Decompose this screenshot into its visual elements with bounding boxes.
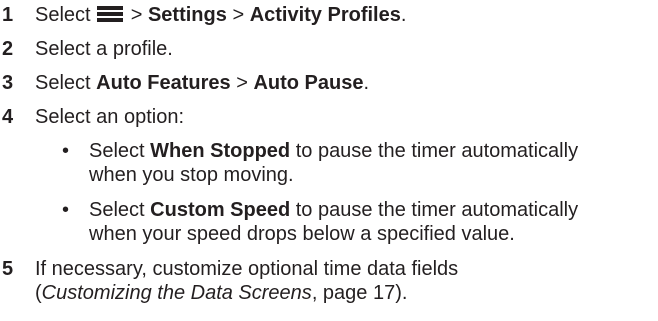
step-text: If necessary, customize optional time da… — [35, 258, 459, 280]
separator: > — [236, 72, 248, 94]
step-number: 1 — [2, 4, 14, 26]
step-word: Select — [35, 4, 91, 26]
activity-profiles-label: Activity Profiles — [249, 4, 401, 26]
step-text: Select an option: — [35, 106, 184, 128]
step-number: 3 — [2, 72, 14, 94]
period: . — [363, 72, 370, 94]
option-continuation: when you stop moving. — [89, 164, 294, 186]
step-number: 5 — [2, 258, 14, 280]
separator: > — [130, 4, 143, 26]
separator: > — [232, 4, 245, 26]
step-word: Select — [35, 72, 91, 94]
when-stopped-label: When Stopped — [150, 140, 291, 162]
option-text: Select When Stopped to pause the timer a… — [89, 139, 578, 163]
bullet: • — [62, 199, 70, 221]
settings-label: Settings — [147, 4, 227, 26]
custom-speed-label: Custom Speed — [150, 199, 291, 221]
step-number: 2 — [2, 38, 14, 60]
page-reference: , page 17). — [311, 282, 408, 304]
open-paren: ( — [35, 282, 42, 304]
step-number: 4 — [2, 106, 14, 128]
step-text: Select > Settings > Activity Profiles. — [35, 3, 406, 27]
step-continuation: (Customizing the Data Screens, page 17). — [35, 281, 407, 305]
cross-reference-link[interactable]: Customizing the Data Screens — [42, 282, 312, 304]
period: . — [400, 4, 407, 26]
option-desc: to pause the timer automatically — [295, 199, 579, 221]
option-continuation: when your speed drops below a specified … — [89, 223, 515, 245]
option-text: Select Custom Speed to pause the timer a… — [89, 198, 578, 222]
step-text: Select a profile. — [35, 38, 173, 60]
step-text: Select Auto Features > Auto Pause. — [35, 71, 369, 95]
option-desc: to pause the timer automatically — [295, 140, 579, 162]
option-word: Select — [89, 199, 145, 221]
menu-icon — [97, 6, 124, 22]
bullet: • — [62, 140, 70, 162]
auto-pause-label: Auto Pause — [253, 72, 364, 94]
auto-features-label: Auto Features — [96, 72, 231, 94]
instruction-steps: 1 Select > Settings > Activity Profiles.… — [0, 0, 658, 321]
option-word: Select — [89, 140, 145, 162]
